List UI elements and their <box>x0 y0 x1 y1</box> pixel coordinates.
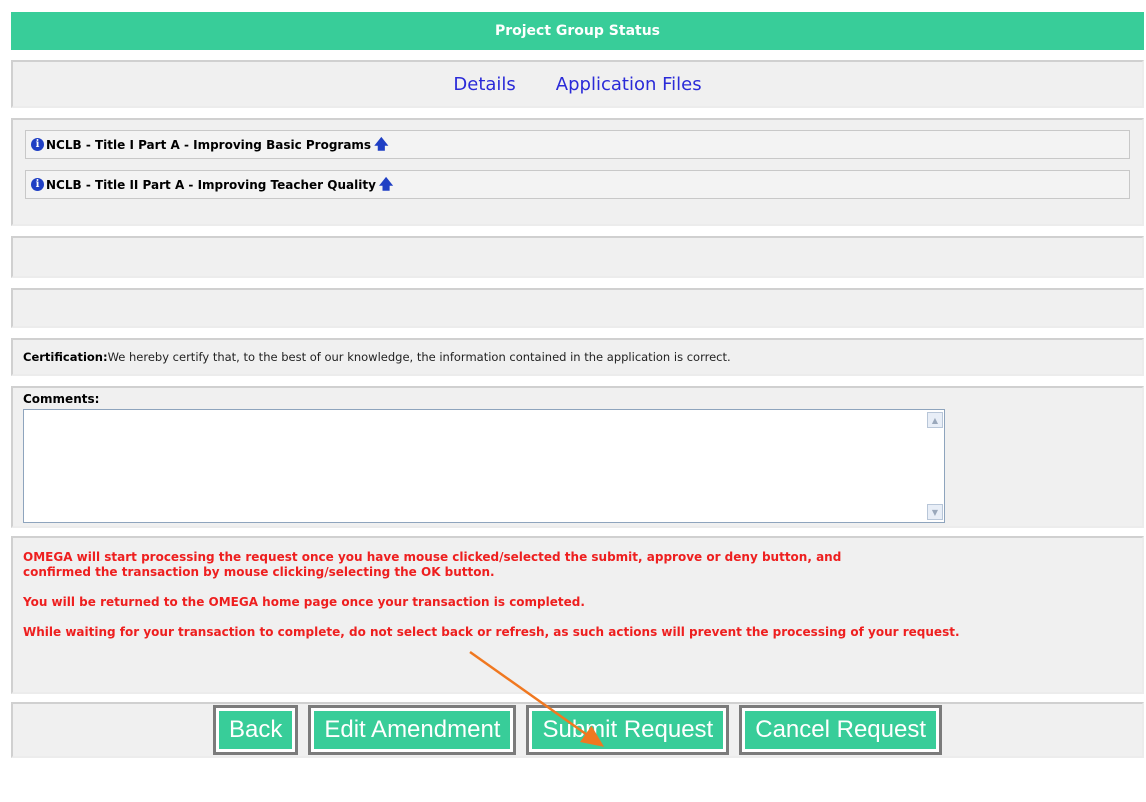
empty-section <box>11 288 1144 328</box>
scroll-up-icon[interactable]: ▲ <box>927 412 943 428</box>
comments-textarea[interactable]: ▲ ▼ <box>23 409 945 523</box>
info-icon[interactable]: i <box>31 138 44 151</box>
certification-label: Certification: <box>23 350 108 364</box>
program-list: i NCLB - Title I Part A - Improving Basi… <box>11 118 1144 226</box>
submit-request-button[interactable]: Submit Request <box>526 705 730 755</box>
scroll-down-icon[interactable]: ▼ <box>927 504 943 520</box>
project-group-status-page: Project Group Status Details Application… <box>11 12 1144 758</box>
program-label: NCLB - Title II Part A - Improving Teach… <box>46 177 376 192</box>
back-button[interactable]: Back <box>212 705 299 755</box>
certification-text: We hereby certify that, to the best of o… <box>107 350 731 364</box>
action-buttons: Back Edit Amendment Submit Request Cance… <box>11 702 1144 758</box>
notice-processing: OMEGA will start processing the request … <box>23 550 842 579</box>
tab-bar: Details Application Files <box>11 60 1144 108</box>
certification-section: Certification: We hereby certify that, t… <box>11 338 1144 376</box>
comments-label: Comments: <box>23 392 100 406</box>
info-icon[interactable]: i <box>31 178 44 191</box>
tab-application-files[interactable]: Application Files <box>556 74 702 95</box>
up-arrow-icon[interactable]: 🡅 <box>379 178 393 192</box>
program-row: i NCLB - Title II Part A - Improving Tea… <box>25 170 1130 199</box>
cancel-request-button[interactable]: Cancel Request <box>739 705 942 755</box>
processing-notice: OMEGA will start processing the request … <box>11 536 1144 694</box>
empty-section <box>11 236 1144 278</box>
notice-wait-warning: While waiting for your transaction to co… <box>23 625 960 639</box>
edit-amendment-button[interactable]: Edit Amendment <box>308 705 517 755</box>
program-label: NCLB - Title I Part A - Improving Basic … <box>46 137 372 152</box>
page-header: Project Group Status <box>11 12 1144 50</box>
page-title: Project Group Status <box>494 23 661 39</box>
program-row: i NCLB - Title I Part A - Improving Basi… <box>25 130 1130 159</box>
notice-return-home: You will be returned to the OMEGA home p… <box>23 595 585 609</box>
comments-section: Comments: ▲ ▼ <box>11 386 1144 528</box>
up-arrow-icon[interactable]: 🡅 <box>374 138 388 152</box>
tab-details[interactable]: Details <box>453 74 515 95</box>
